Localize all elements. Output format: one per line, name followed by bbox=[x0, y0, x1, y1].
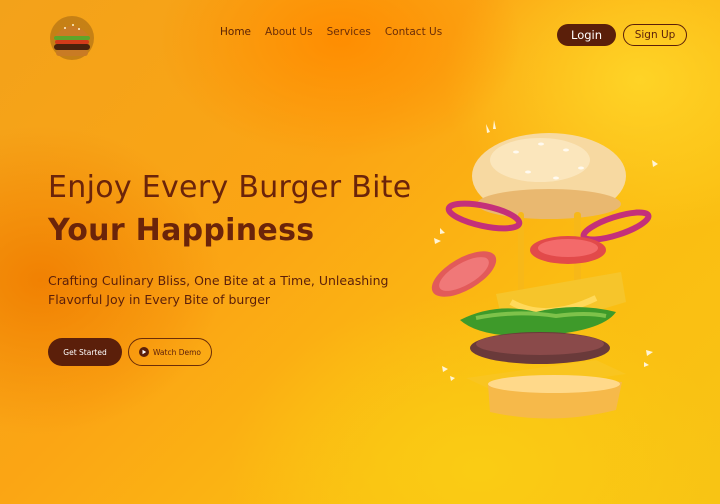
hero-title: Enjoy Every Burger Bite Your Happiness bbox=[48, 166, 412, 252]
hero-subtitle: Crafting Culinary Bliss, One Bite at a T… bbox=[48, 273, 389, 307]
burger-illustration bbox=[431, 120, 658, 419]
signup-button[interactable]: Sign Up bbox=[623, 24, 687, 46]
nav-home[interactable]: Home bbox=[220, 26, 251, 38]
burger-logo[interactable] bbox=[46, 14, 98, 62]
nav-about-us[interactable]: About Us bbox=[265, 26, 313, 38]
main-nav: Home About Us Services Contact Us bbox=[220, 26, 442, 38]
watch-demo-label: Watch Demo bbox=[152, 347, 202, 357]
login-button[interactable]: Login bbox=[557, 24, 616, 46]
nav-contact-us[interactable]: Contact Us bbox=[385, 26, 442, 38]
watch-demo-button[interactable]: Watch Demo bbox=[128, 338, 212, 366]
play-icon bbox=[138, 347, 149, 357]
hero-title-line2: Your Happiness bbox=[48, 213, 315, 248]
hero-title-line1: Enjoy Every Burger Bite bbox=[48, 170, 412, 205]
get-started-button[interactable]: Get Started bbox=[48, 338, 122, 366]
nav-services[interactable]: Services bbox=[327, 26, 371, 38]
